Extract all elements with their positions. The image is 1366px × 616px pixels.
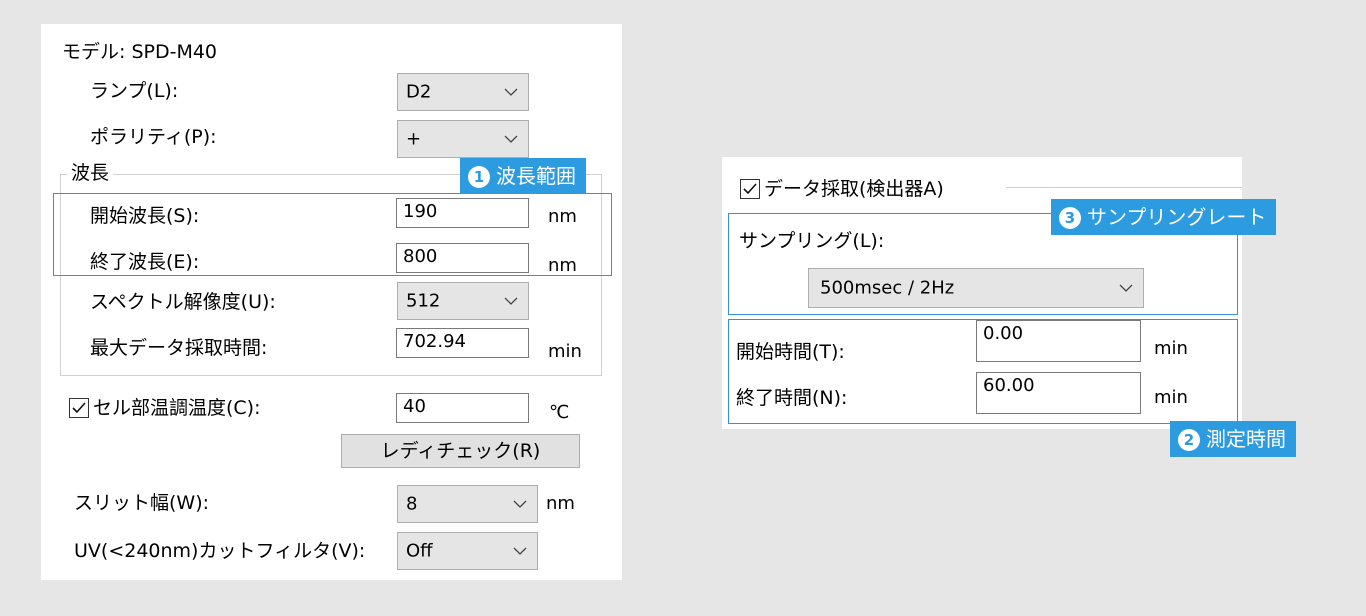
checkmark-icon [743,183,757,195]
cell-temp-checkbox[interactable] [69,398,89,418]
wavelength-range-highlight [53,193,612,276]
max-acquisition-time-label: 最大データ採取時間: [90,337,268,359]
uv-filter-label: UV(<240nm)カットフィルタ(V): [74,540,366,562]
lamp-select[interactable]: D2 [397,73,529,111]
measurement-time-highlight [728,319,1238,424]
polarity-label: ポラリティ(P): [90,126,217,148]
cell-temp-label: セル部温調温度(C): [93,397,261,419]
chevron-down-icon [504,297,518,305]
chevron-down-icon [513,500,527,508]
checkmark-icon [72,402,86,414]
ready-check-button[interactable]: レディチェック(R) [341,434,580,468]
chevron-down-icon [504,88,518,96]
sampling-rate-badge: 3 サンプリングレート [1051,199,1277,235]
max-acquisition-time-input[interactable]: 702.94 [396,328,529,358]
spectral-resolution-label: スペクトル解像度(U): [90,291,276,313]
uv-filter-select[interactable]: Off [397,532,538,570]
max-acquisition-time-unit: min [548,341,582,362]
slit-width-select[interactable]: 8 [397,485,538,523]
cell-temp-input[interactable]: 40 [396,393,529,423]
measurement-time-badge: 2 測定時間 [1170,421,1296,457]
spectral-resolution-select[interactable]: 512 [397,282,529,320]
chevron-down-icon [504,135,518,143]
lamp-label: ランプ(L): [90,80,179,102]
slit-width-label: スリット幅(W): [74,492,210,514]
wavelength-range-badge: 1 波長範囲 [460,158,586,194]
cell-temp-unit: ℃ [549,402,570,423]
acquisition-label: データ採取(検出器A) [764,178,944,200]
chevron-down-icon [513,547,527,555]
wavelength-group-title: 波長 [67,161,114,185]
acquisition-checkbox[interactable] [740,179,760,199]
polarity-select[interactable]: + [397,120,529,158]
model-label: モデル: SPD-M40 [62,41,218,63]
slit-width-unit: nm [546,493,575,514]
acquisition-divider [1006,187,1242,188]
left-settings-panel: モデル: SPD-M40 ランプ(L): D2 ポラリティ(P): + 波長 開… [41,24,622,580]
